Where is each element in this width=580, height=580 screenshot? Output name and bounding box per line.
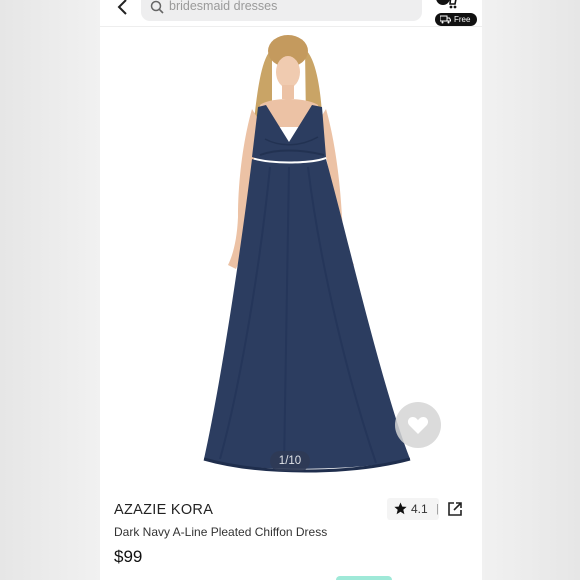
- heart-icon: [407, 417, 429, 434]
- background-left: [0, 0, 100, 580]
- search-input[interactable]: bridesmaid dresses: [141, 0, 422, 21]
- share-button[interactable]: [447, 501, 463, 517]
- rating-divider: |: [436, 503, 439, 515]
- rating-value: 4.1: [411, 502, 428, 516]
- back-button[interactable]: [114, 0, 134, 18]
- cart-icon: [436, 0, 457, 9]
- free-label: Free: [454, 15, 471, 24]
- cart-button[interactable]: [433, 0, 473, 12]
- brand-name[interactable]: AZAZIE KORA: [114, 502, 213, 518]
- image-counter: 1/10: [270, 451, 310, 471]
- promo-badge: [336, 576, 392, 580]
- background-right: [482, 0, 580, 580]
- star-icon: [394, 502, 407, 515]
- share-icon: [448, 502, 462, 516]
- top-bar: bridesmaid dresses Free: [100, 0, 482, 27]
- product-name: Dark Navy A-Line Pleated Chiffon Dress: [114, 525, 328, 539]
- back-arrow-icon: [117, 0, 127, 15]
- product-price: $99: [114, 547, 143, 566]
- search-placeholder: bridesmaid dresses: [169, 0, 278, 13]
- app-screen: bridesmaid dresses Free 1/10 AZAZIE KORA…: [100, 0, 482, 580]
- truck-icon: [440, 15, 451, 24]
- search-icon: [150, 0, 164, 14]
- rating-badge[interactable]: 4.1: [387, 498, 439, 520]
- favorite-button[interactable]: [395, 402, 441, 448]
- product-image[interactable]: 1/10: [100, 27, 482, 482]
- free-shipping-badge: Free: [435, 13, 477, 26]
